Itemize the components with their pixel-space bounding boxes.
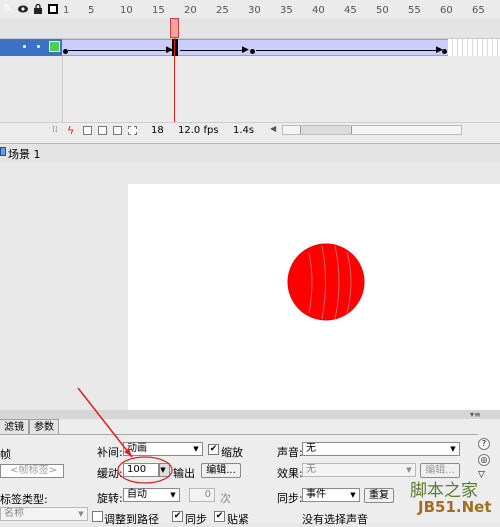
outline-icon[interactable]	[48, 4, 58, 14]
scene-icon	[0, 147, 6, 156]
layer-outline-color[interactable]	[49, 41, 60, 52]
elapsed-time-readout: 1.4s	[233, 125, 255, 136]
ruler-label: 35	[280, 5, 293, 16]
orient-to-path-label: 调整到路径	[104, 513, 159, 526]
current-frame-readout: 18	[151, 125, 164, 136]
scrollbar-thumb[interactable]	[300, 126, 352, 134]
no-sound-text: 没有选择声音	[302, 513, 368, 526]
properties-titlebar[interactable]	[0, 410, 500, 419]
tween-arrow-line	[180, 50, 246, 51]
ease-input[interactable]: 100	[123, 463, 159, 477]
layer-lock-dot[interactable]	[37, 45, 40, 48]
ruler-label: 1	[63, 5, 70, 16]
sound-value: 无	[306, 443, 316, 454]
orient-to-path-checkbox[interactable]	[92, 511, 103, 522]
keyframe[interactable]	[250, 49, 255, 54]
ruler-label: 40	[312, 5, 325, 16]
sync-checkbox[interactable]: ✔	[172, 511, 183, 522]
chevron-down-icon: ▼	[450, 445, 456, 453]
onion-markers-icon[interactable]	[128, 126, 137, 135]
tab-parameters[interactable]: 参数	[29, 419, 59, 435]
center-frame-icon[interactable]: ϟ	[67, 124, 74, 137]
tween-label: 补间:	[97, 446, 123, 459]
snap-label: 贴紧	[227, 513, 249, 526]
splitter-handle[interactable]: ⁞⁞	[52, 125, 58, 135]
sync-checkbox-label: 同步	[185, 513, 207, 526]
tween-frames[interactable]	[62, 39, 448, 56]
ruler-label: 5	[88, 5, 95, 16]
current-frame-marker[interactable]	[172, 39, 178, 56]
frame-ruler[interactable]	[62, 18, 500, 38]
panel-menu-icon[interactable]: ▾≡	[470, 410, 481, 419]
rotate-value: 自动	[127, 489, 147, 500]
ruler-label: 50	[376, 5, 389, 16]
times-label: 次	[220, 492, 231, 505]
frame-name-input[interactable]: <帧标签>	[0, 464, 64, 478]
edit-multiple-frames-icon[interactable]	[113, 126, 122, 135]
ruler-label: 60	[440, 5, 453, 16]
lock-icon[interactable]	[33, 3, 43, 14]
tween-arrowhead: ▶	[242, 45, 249, 55]
rotate-select[interactable]: 自动 ▼	[123, 488, 180, 502]
chevron-down-icon: ▼	[160, 466, 166, 474]
accessibility-icon[interactable]: ◎	[478, 454, 490, 466]
label-type-value: 名称	[4, 508, 24, 519]
pencil-icon: ✎	[3, 2, 13, 15]
keyframe[interactable]	[442, 49, 447, 54]
rotate-label: 旋转:	[97, 492, 123, 505]
sound-select[interactable]: 无 ▼	[302, 442, 460, 456]
ruler-label: 45	[344, 5, 357, 16]
ease-label: 缓动:	[97, 467, 123, 480]
ball-shape[interactable]	[287, 243, 365, 321]
ruler-label: 30	[248, 5, 261, 16]
label-type-select[interactable]: 名称 ▼	[0, 507, 88, 521]
ruler-label: 10	[120, 5, 133, 16]
tween-arrow-line	[68, 50, 172, 51]
ruler-label: 25	[216, 5, 229, 16]
rotate-count-input[interactable]: 0	[189, 488, 215, 502]
fps-readout[interactable]: 12.0 fps	[178, 125, 219, 136]
eye-icon[interactable]	[18, 4, 28, 14]
ruler-label: 15	[152, 5, 165, 16]
sync-label: 同步:	[277, 492, 303, 505]
frame-label: 帧	[0, 448, 11, 461]
watermark-url: JB51.Net	[418, 498, 492, 516]
scroll-left-icon[interactable]: ◀	[270, 124, 276, 133]
scene-bar	[0, 143, 500, 163]
sound-label: 声音:	[277, 446, 303, 459]
ruler-label: 65	[472, 5, 485, 16]
effect-value: 无	[306, 464, 316, 475]
layer-visible-dot[interactable]	[23, 45, 26, 48]
chevron-down-icon: ▼	[78, 510, 84, 518]
watermark-logo: 脚本之家 JB51.Net	[380, 470, 498, 518]
onion-skin-icon[interactable]	[83, 126, 92, 135]
scale-checkbox[interactable]: ✔	[208, 444, 219, 455]
chevron-down-icon: ▼	[350, 491, 356, 499]
ruler-label: 55	[408, 5, 421, 16]
tab-filters[interactable]: 滤镜	[0, 419, 29, 435]
frames-area-empty	[63, 56, 500, 122]
label-type-label: 标签类型:	[0, 493, 48, 506]
chevron-down-icon: ▼	[170, 491, 176, 499]
tween-value: 动画	[127, 443, 147, 454]
ease-slider-button[interactable]: ▼	[159, 463, 170, 477]
tween-select[interactable]: 动画 ▼	[123, 442, 203, 456]
scene-label[interactable]: 场景 1	[8, 146, 41, 162]
playhead-line	[174, 38, 175, 126]
ease-output-label: 输出	[173, 467, 195, 480]
chevron-down-icon: ▼	[193, 445, 199, 453]
layer-list-empty	[0, 56, 63, 122]
tween-arrow-line	[256, 50, 440, 51]
empty-frames[interactable]	[448, 39, 500, 56]
sync-value: 事件	[306, 489, 326, 500]
sync-select[interactable]: 事件 ▼	[302, 488, 360, 502]
scale-label: 缩放	[221, 446, 243, 459]
snap-checkbox[interactable]: ✔	[214, 511, 225, 522]
help-icon[interactable]: ?	[478, 438, 490, 450]
ruler-label: 20	[184, 5, 197, 16]
edit-ease-button[interactable]: 编辑...	[201, 463, 241, 478]
effect-label: 效果:	[277, 467, 303, 480]
playhead-handle[interactable]	[170, 18, 179, 38]
onion-outline-icon[interactable]	[98, 126, 107, 135]
